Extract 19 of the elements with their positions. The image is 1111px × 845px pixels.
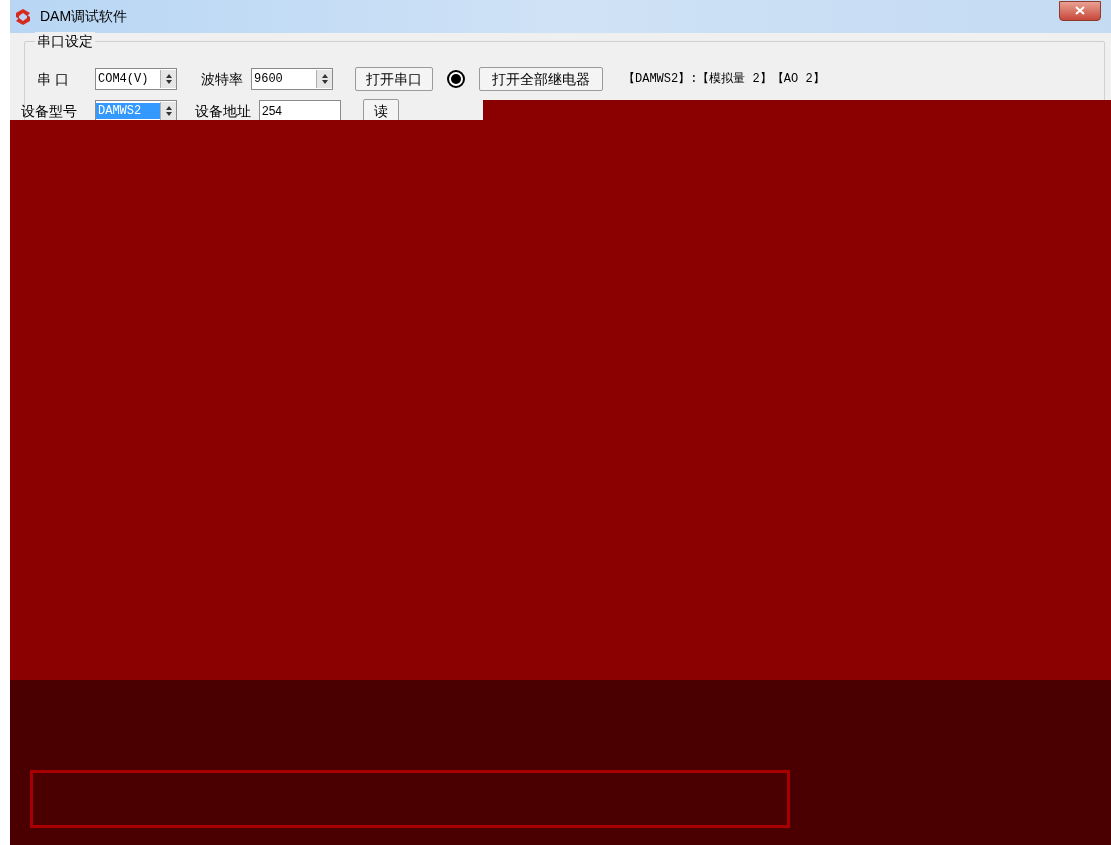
close-button[interactable] xyxy=(1059,0,1101,21)
spinner-arrows-icon[interactable] xyxy=(316,70,332,88)
close-icon xyxy=(1075,6,1085,15)
spinner-arrows-icon[interactable] xyxy=(160,70,176,88)
open-port-button[interactable]: 打开串口 xyxy=(355,67,433,91)
model-label: 设备型号 xyxy=(21,101,78,121)
address-label: 设备地址 xyxy=(195,101,251,121)
window-title: DAM调试软件 xyxy=(40,7,128,26)
combo-box[interactable]: 9600 xyxy=(251,68,333,90)
combo-box[interactable]: COM4(V) xyxy=(95,68,177,90)
group-title: 串口设定 xyxy=(35,32,95,50)
spinner-arrows-icon[interactable] xyxy=(160,102,176,120)
device-info: 【DAMWS2】:【模拟量 2】【AO 2】 xyxy=(623,71,825,88)
port-label: 串 口 xyxy=(37,69,70,89)
app-logo-icon xyxy=(14,7,32,26)
open-relays-button[interactable]: 打开全部继电器 xyxy=(479,67,603,91)
address-field[interactable]: 254 xyxy=(259,100,341,122)
read-button[interactable]: 读 xyxy=(363,99,399,123)
baud-label: 波特率 xyxy=(201,69,243,89)
